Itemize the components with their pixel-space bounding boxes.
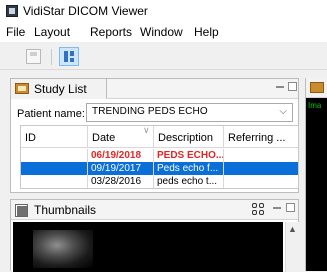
title-bar: VidiStar DICOM Viewer [0, 0, 327, 22]
column-header-referring[interactable]: Referring ... [224, 126, 298, 148]
patient-name-value: TRENDING PEDS ECHO [92, 106, 208, 117]
menu-layout[interactable]: Layout [34, 25, 70, 39]
cell-id [21, 149, 88, 162]
study-list-icon [15, 83, 29, 94]
scroll-up-icon[interactable]: ▲ [288, 224, 297, 234]
column-header-date[interactable]: Date ∨ [88, 126, 154, 148]
minimize-icon[interactable] [276, 86, 284, 88]
table-row[interactable]: 09/19/2017 Peds echo f... [21, 162, 298, 175]
layout-icon[interactable] [59, 47, 79, 66]
menu-bar: File Layout Reports Window Help [0, 22, 327, 42]
thumbnail-image[interactable] [13, 222, 283, 272]
patient-name-select[interactable]: TRENDING PEDS ECHO ⌵ [86, 103, 293, 122]
cell-description: Peds echo f... [154, 162, 224, 175]
cell-date: 06/19/2018 [88, 149, 154, 162]
cell-id [21, 162, 88, 175]
sort-chevron-icon: ∨ [143, 125, 150, 135]
toolbar [0, 44, 327, 70]
cell-description: PEDS ECHO... [154, 149, 224, 162]
cell-id [21, 175, 88, 188]
thumbnails-title: Thumbnails [34, 203, 97, 217]
study-list-tab[interactable]: Study List [11, 79, 107, 99]
table-row[interactable]: 06/19/2018 PEDS ECHO... [21, 149, 298, 162]
viewer-overlay-text: Ima [308, 101, 322, 110]
minimize-icon[interactable] [273, 207, 281, 209]
maximize-icon[interactable] [286, 203, 295, 212]
menu-help[interactable]: Help [194, 25, 219, 39]
save-icon[interactable] [26, 49, 41, 64]
patient-name-label: Patient name: [17, 108, 85, 120]
column-header-description[interactable]: Description [154, 126, 224, 148]
image-viewer-header [306, 78, 327, 98]
cell-date: 09/19/2017 [88, 162, 154, 175]
viewer-tab-icon [310, 82, 324, 93]
study-list-title: Study List [34, 82, 87, 96]
study-table: ID Date ∨ Description Referring ... 06/1… [20, 125, 299, 189]
maximize-icon[interactable] [288, 82, 297, 91]
column-header-id[interactable]: ID [21, 126, 88, 148]
thumbnails-panel: Thumbnails ▲ [10, 199, 299, 272]
cell-description: peds echo t... [154, 175, 224, 188]
menu-file[interactable]: File [6, 25, 25, 39]
toolbar-separator [51, 49, 52, 65]
menu-window[interactable]: Window [140, 25, 183, 39]
chevron-down-icon: ⌵ [279, 106, 287, 117]
table-row[interactable]: 03/28/2016 peds echo t... [21, 175, 298, 188]
thumbnails-icon [15, 204, 28, 217]
thumbnails-scrollbar[interactable]: ▲ [285, 222, 299, 272]
app-icon [6, 5, 18, 17]
image-viewer-panel[interactable]: Ima [305, 78, 327, 271]
ultrasound-thumbnail [33, 230, 93, 268]
grid-layout-icon[interactable] [252, 203, 265, 216]
study-list-panel: Study List Patient name: TRENDING PEDS E… [10, 78, 299, 193]
cell-date: 03/28/2016 [88, 175, 154, 188]
app-title: VidiStar DICOM Viewer [23, 4, 148, 18]
menu-reports[interactable]: Reports [90, 25, 132, 39]
